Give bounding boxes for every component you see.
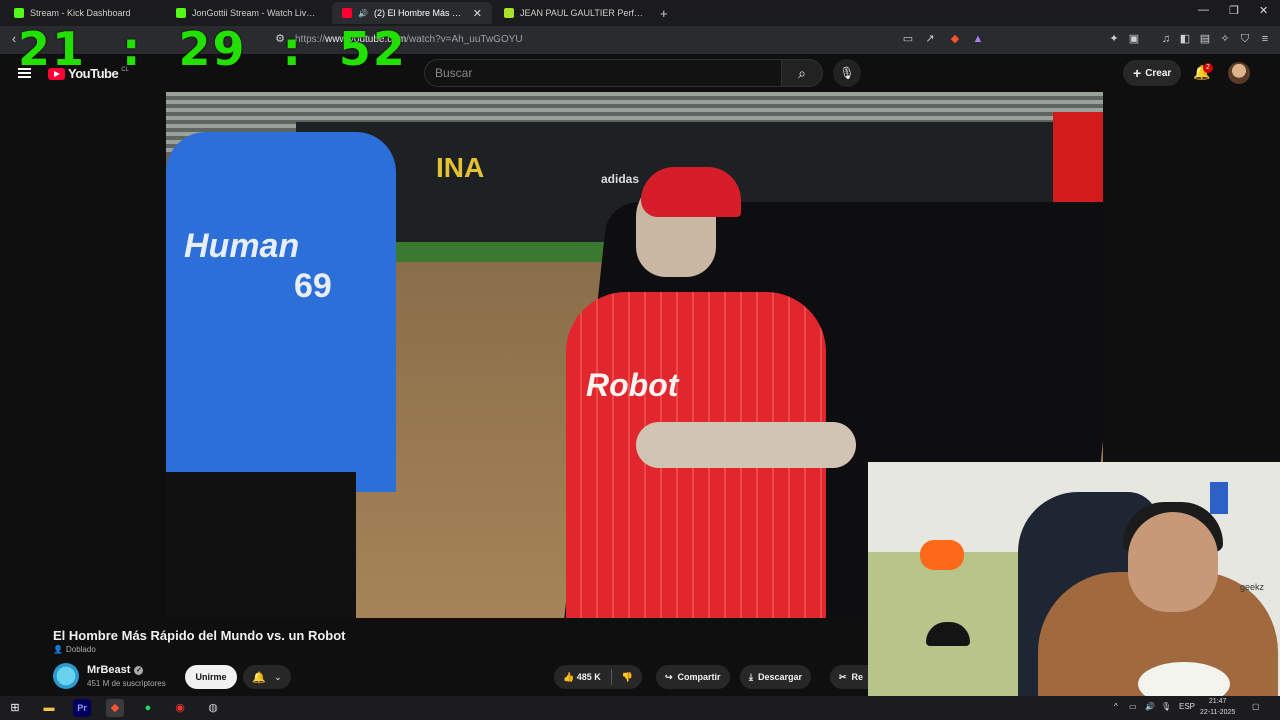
- file-explorer-icon[interactable]: ▬: [40, 699, 58, 717]
- maximize-icon[interactable]: ❐: [1229, 4, 1239, 17]
- human-jersey-number: 69: [294, 267, 332, 305]
- search-button[interactable]: ⌕: [781, 59, 823, 87]
- screenshot-icon[interactable]: ▣: [1128, 33, 1140, 45]
- subscriber-count: 451 M de suscriptores: [87, 679, 166, 688]
- spotify-icon[interactable]: ●: [139, 699, 157, 717]
- divider: [610, 669, 612, 685]
- close-tab-icon[interactable]: ✕: [473, 7, 482, 20]
- speaker-icon: 🔊: [358, 8, 368, 18]
- clip-button[interactable]: ✂ Re: [830, 665, 868, 689]
- subscription-notifications-button[interactable]: 🔔 ⌄: [243, 665, 291, 689]
- kick-icon: [176, 8, 186, 18]
- scissors-icon: ✂: [839, 671, 847, 682]
- robot-arm: [636, 422, 856, 468]
- new-tab-button[interactable]: +: [660, 2, 682, 24]
- create-button[interactable]: + Crear: [1123, 60, 1182, 86]
- wallet-icon[interactable]: ▤: [1199, 33, 1211, 45]
- search-input[interactable]: Buscar: [424, 59, 782, 87]
- voice-search-button[interactable]: 🎙: [833, 59, 861, 87]
- channel-name[interactable]: MrBeast ✓: [87, 664, 144, 676]
- download-button[interactable]: ⤓ Descargar: [740, 665, 812, 689]
- extensions-icon[interactable]: ✦: [1108, 33, 1120, 45]
- chevron-down-icon: ⌄: [274, 671, 282, 682]
- search-icon: ⌕: [798, 65, 806, 81]
- app-icon[interactable]: ◍: [204, 699, 222, 717]
- tray-overflow-icon[interactable]: ^: [1114, 702, 1118, 711]
- tab-kick-stream[interactable]: JonGottii Stream - Watch Live on Kick: [166, 2, 330, 24]
- windows-taskbar: ⊞ ▬ Pr ◆ ● ◉ ◍ ^ ▭ 🔊 🎙 ESP 21:47 22-11-2…: [0, 696, 1280, 720]
- accessibility-sign-icon: [1210, 482, 1228, 514]
- volume-icon[interactable]: 🔊: [1145, 702, 1155, 711]
- like-button[interactable]: 👍 485 K: [563, 672, 601, 683]
- notification-badge: 2: [1203, 63, 1213, 73]
- robot-cap: [641, 167, 741, 217]
- brave-browser-icon[interactable]: ◆: [106, 699, 124, 717]
- human-jersey-text: Human: [184, 227, 300, 265]
- dislike-icon[interactable]: 👎: [622, 672, 633, 683]
- tab-kick-dashboard[interactable]: Stream - Kick Dashboard: [4, 2, 162, 24]
- channel-avatar[interactable]: [53, 663, 79, 689]
- notification-center-icon[interactable]: ▢: [1252, 702, 1260, 711]
- vpn-shield-icon[interactable]: ⛉: [1239, 33, 1251, 45]
- human-jersey: [166, 132, 396, 492]
- like-dislike-group: 👍 485 K 👎: [554, 665, 642, 689]
- verified-check-icon: ✓: [134, 665, 144, 675]
- join-button[interactable]: Unirme: [185, 665, 237, 689]
- windows-start-icon[interactable]: ⊞: [6, 699, 24, 717]
- brave-shield-icon[interactable]: ◆: [949, 33, 961, 45]
- dubbed-person-icon: 👤: [53, 645, 63, 654]
- menu-icon[interactable]: ≡: [1259, 33, 1271, 45]
- youtube-icon: [342, 8, 352, 18]
- music-icon[interactable]: ♫: [1160, 33, 1172, 45]
- plus-icon: +: [1133, 65, 1142, 81]
- system-clock[interactable]: 21:47 22-11-2025: [1200, 696, 1235, 718]
- leo-ai-icon[interactable]: ✧: [1219, 33, 1231, 45]
- minimize-icon[interactable]: —: [1198, 4, 1209, 16]
- close-window-icon[interactable]: ✕: [1259, 4, 1268, 17]
- tab-perfume-store[interactable]: JEAN PAUL GAULTIER Perfume Hombr: [494, 2, 654, 24]
- account-avatar[interactable]: [1228, 62, 1250, 84]
- share-button[interactable]: ↪ Compartir: [656, 665, 730, 689]
- webcam-overlay: geekz: [868, 462, 1280, 700]
- cam-plush-toy: [920, 540, 964, 570]
- share-arrow-icon: ↪: [665, 671, 673, 682]
- robot-jersey-text: Robot: [586, 367, 679, 403]
- microphone-tray-icon[interactable]: 🎙: [1161, 702, 1171, 711]
- obs-icon[interactable]: ◉: [171, 699, 189, 717]
- store-icon: [504, 8, 514, 18]
- share-icon[interactable]: ↗: [924, 33, 936, 45]
- premiere-pro-icon[interactable]: Pr: [73, 699, 91, 717]
- clock-overlay: 21 : 29 : 52: [18, 22, 407, 76]
- video-title: El Hombre Más Rápido del Mundo vs. un Ro…: [53, 628, 346, 643]
- cast-icon[interactable]: ▭: [902, 33, 914, 45]
- download-icon: ⤓: [749, 671, 753, 682]
- tab-youtube-video[interactable]: 🔊 (2) El Hombre Más Rápido de ✕: [332, 2, 492, 24]
- human-pants: [166, 472, 356, 618]
- sidebar-icon[interactable]: ◧: [1179, 33, 1191, 45]
- language-indicator[interactable]: ESP: [1179, 702, 1195, 711]
- network-icon[interactable]: ▭: [1129, 702, 1137, 711]
- microphone-icon: 🎙: [839, 66, 855, 80]
- kick-icon: [14, 8, 24, 18]
- dubbed-badge: 👤 Doblado: [53, 645, 96, 654]
- bell-icon: 🔔: [252, 671, 267, 684]
- cam-bowl: [1138, 662, 1230, 700]
- cam-person-head: [1128, 512, 1218, 612]
- brave-rewards-icon[interactable]: ▲: [972, 33, 984, 45]
